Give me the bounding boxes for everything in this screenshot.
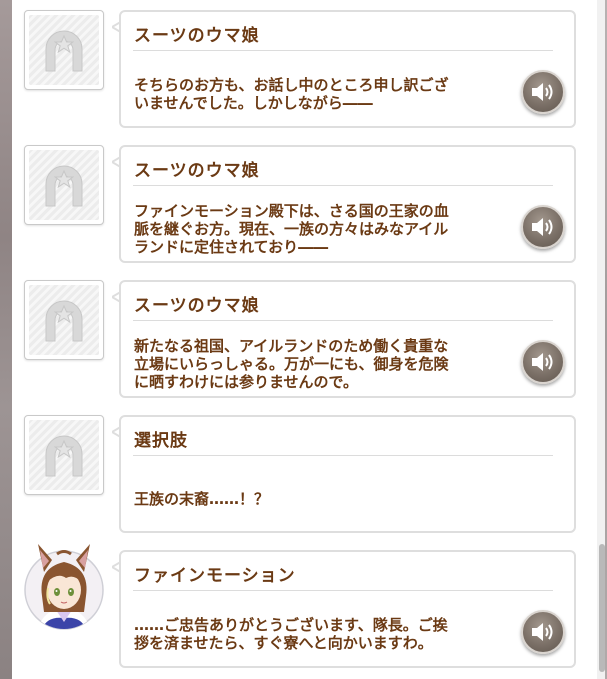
horseshoe-star-icon [45, 435, 83, 477]
speaker-name: ファインモーション [134, 566, 296, 586]
voice-play-button[interactable] [521, 70, 565, 114]
horseshoe-star-icon [45, 165, 83, 207]
speaker-volume-icon [532, 353, 553, 371]
speaker-name: スーツのウマ娘 [134, 296, 260, 316]
scrollbar-thumb[interactable] [599, 544, 605, 672]
horseshoe-star-icon [45, 30, 83, 72]
voice-play-button[interactable] [521, 205, 565, 249]
speech-bubble: スーツのウマ娘 ファインモーション殿下は、さる国の王家の血 脈を継ぐお方。現在、… [119, 145, 576, 263]
speaker-volume-icon [532, 623, 553, 641]
dialogue-line: ランドに定住されており―― [134, 238, 329, 256]
avatar-placeholder [24, 10, 104, 90]
dialogue-log-panel[interactable]: スーツのウマ娘 そちらのお方も、お話し中のところ申し訳ござ いませんでした。しか… [12, 0, 605, 679]
log-entry: スーツのウマ娘 新たなる祖国、アイルランドのため働く貴重な 立場にいらっしゃる。… [12, 280, 596, 402]
speaker-name: 選択肢 [134, 431, 188, 451]
dialogue-line: そちらのお方も、お話し中のところ申し訳ござ [134, 76, 449, 94]
dialogue-line: ファインモーション殿下は、さる国の王家の血 [134, 202, 449, 220]
dialogue-line: 拶を済ませたら、すぐ寮へと向かいますわ。 [134, 634, 433, 652]
speech-bubble: スーツのウマ娘 新たなる祖国、アイルランドのため働く貴重な 立場にいらっしゃる。… [119, 280, 576, 398]
dialogue-line: に晒すわけには参りませんので。 [134, 373, 358, 391]
speaker-name: スーツのウマ娘 [134, 26, 260, 46]
speech-bubble: スーツのウマ娘 そちらのお方も、お話し中のところ申し訳ござ いませんでした。しか… [119, 10, 576, 128]
dialogue-line: ……ご忠告ありがとうございます、隊長。ご挨 [134, 616, 448, 634]
log-entry: ファインモーション ……ご忠告ありがとうございます、隊長。ご挨 拶を済ませたら、… [12, 544, 596, 672]
log-entry: スーツのウマ娘 そちらのお方も、お話し中のところ申し訳ござ いませんでした。しか… [12, 10, 596, 132]
speaker-volume-icon [532, 218, 553, 236]
dialogue-line: 新たなる祖国、アイルランドのため働く貴重な [134, 337, 449, 355]
character-portrait [24, 544, 104, 630]
speech-bubble: ファインモーション ……ご忠告ありがとうございます、隊長。ご挨 拶を済ませたら、… [119, 550, 576, 668]
voice-play-button[interactable] [521, 340, 565, 384]
avatar-placeholder [24, 415, 104, 495]
divider [133, 320, 553, 321]
divider [133, 590, 553, 591]
voice-play-button[interactable] [521, 610, 565, 654]
horseshoe-star-icon [45, 300, 83, 342]
avatar-placeholder [24, 145, 104, 225]
log-entry: スーツのウマ娘 ファインモーション殿下は、さる国の王家の血 脈を継ぐお方。現在、… [12, 145, 596, 267]
avatar-placeholder [24, 280, 104, 360]
dialogue-line: いませんでした。しかしながら―― [134, 94, 373, 112]
log-entry: 選択肢 王族の末裔……！？ [12, 415, 596, 537]
avatar-character [24, 538, 104, 630]
divider [133, 185, 553, 186]
speaker-volume-icon [532, 83, 553, 101]
divider [133, 50, 553, 51]
divider [133, 455, 553, 456]
dialogue-line: 脈を継ぐお方。現在、一族の方々はみなアイル [134, 220, 449, 238]
speech-bubble: 選択肢 王族の末裔……！？ [119, 415, 576, 533]
background-edge-left [0, 0, 12, 679]
dialogue-line: 王族の末裔……！？ [134, 490, 270, 508]
speaker-name: スーツのウマ娘 [134, 161, 260, 181]
dialogue-line: 立場にいらっしゃる。万が一にも、御身を危険 [134, 355, 449, 373]
